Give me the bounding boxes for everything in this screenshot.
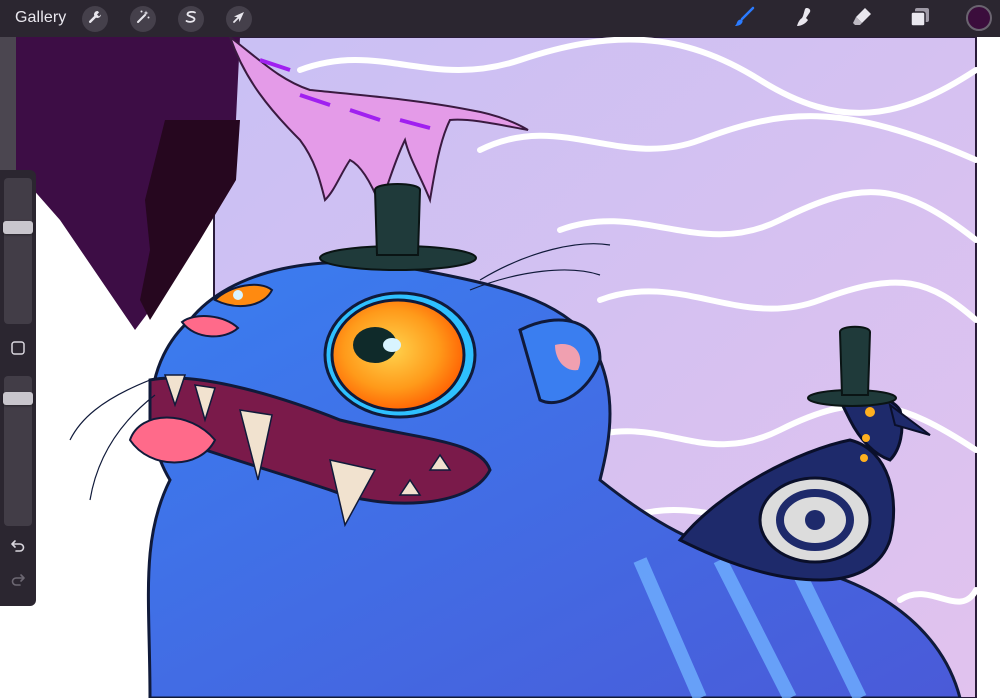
undo-button[interactable] bbox=[8, 538, 28, 558]
wrench-icon bbox=[87, 9, 103, 30]
smudge-tool-button[interactable] bbox=[790, 5, 818, 33]
color-picker-swatch[interactable] bbox=[966, 5, 992, 31]
eraser-icon bbox=[850, 5, 874, 34]
layers-icon bbox=[908, 5, 932, 34]
selection-s-icon bbox=[183, 9, 199, 30]
canvas-edge-strip bbox=[0, 37, 16, 170]
transform-button[interactable] bbox=[226, 6, 252, 32]
gallery-button[interactable]: Gallery bbox=[15, 9, 66, 27]
opacity-slider[interactable] bbox=[3, 376, 33, 526]
selection-button[interactable] bbox=[178, 6, 204, 32]
magic-wand-icon bbox=[135, 9, 151, 30]
modify-button[interactable] bbox=[8, 340, 28, 360]
arrow-cursor-icon bbox=[231, 9, 247, 30]
adjustments-button[interactable] bbox=[130, 6, 156, 32]
layers-button[interactable] bbox=[906, 5, 934, 33]
top-toolbar: Gallery bbox=[0, 0, 1000, 37]
brush-size-slider-thumb[interactable] bbox=[3, 221, 33, 234]
smudge-finger-icon bbox=[792, 5, 816, 34]
opacity-slider-thumb[interactable] bbox=[3, 392, 33, 405]
drawing-canvas[interactable] bbox=[0, 0, 1000, 698]
eraser-tool-button[interactable] bbox=[848, 5, 876, 33]
brush-tool-button[interactable] bbox=[730, 5, 758, 33]
actions-button[interactable] bbox=[82, 6, 108, 32]
redo-icon bbox=[10, 572, 26, 593]
left-sidebar bbox=[0, 170, 36, 606]
square-modify-icon bbox=[10, 340, 26, 361]
redo-button[interactable] bbox=[8, 572, 28, 592]
undo-icon bbox=[10, 538, 26, 559]
brush-size-slider[interactable] bbox=[3, 178, 33, 324]
brush-icon bbox=[732, 5, 756, 34]
